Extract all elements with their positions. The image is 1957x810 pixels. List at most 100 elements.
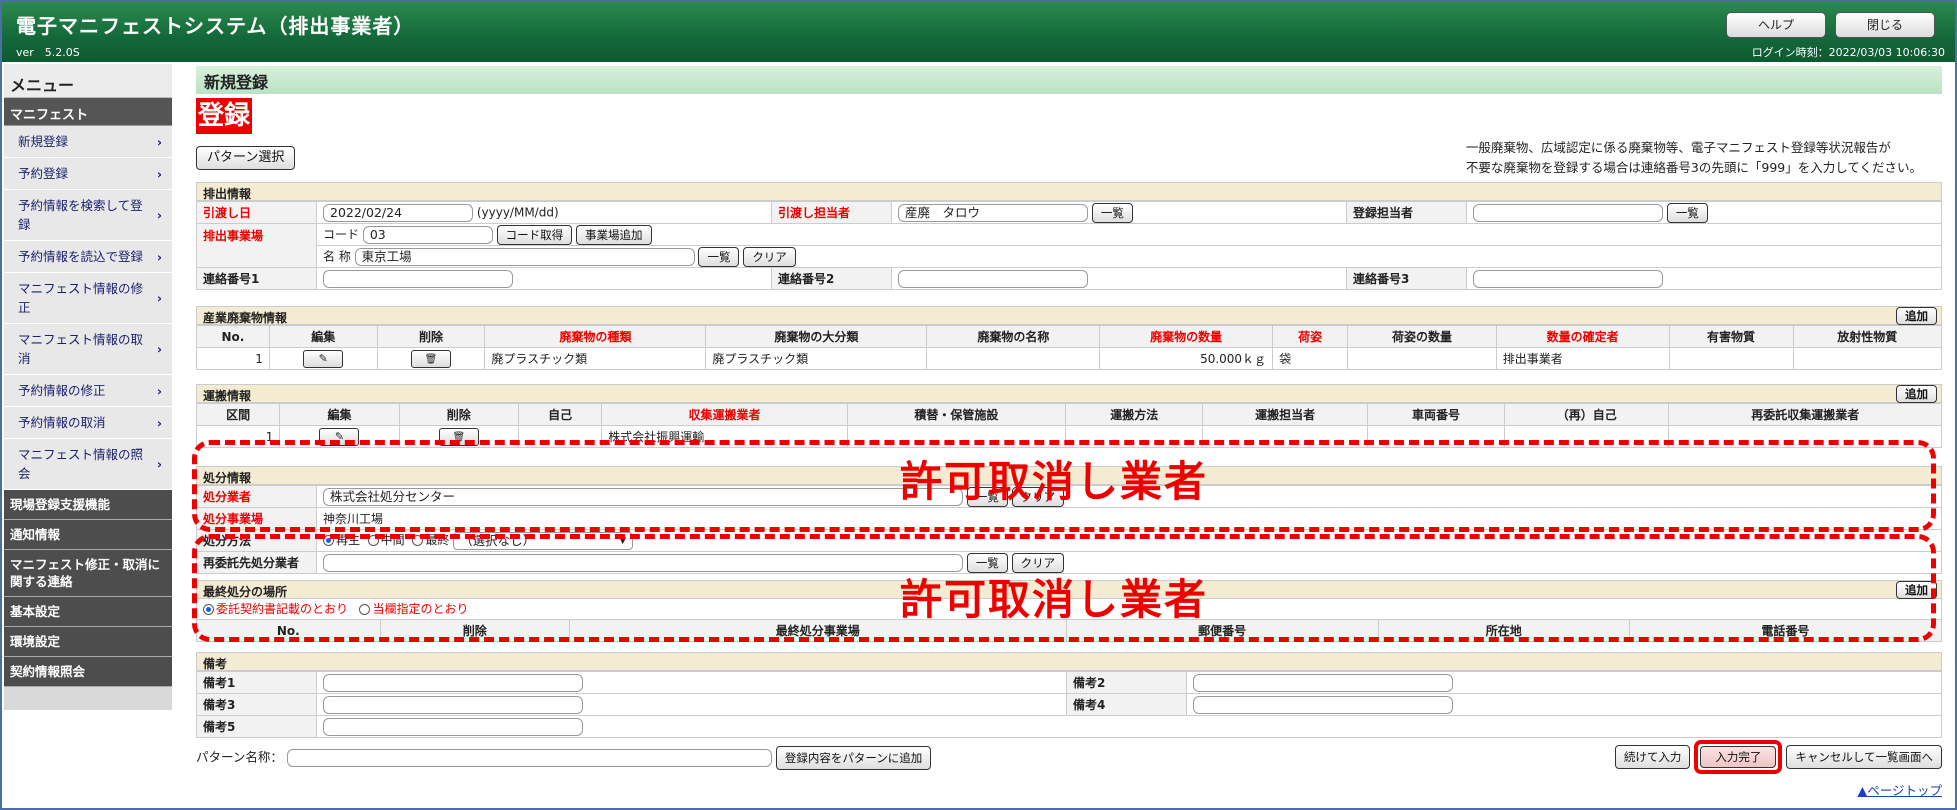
sidebar-section-5[interactable]: 契約情報照会 <box>4 657 172 687</box>
trash-icon: 🗑 <box>424 353 438 365</box>
contact2-label: 連絡番号2 <box>771 267 892 290</box>
complete-button[interactable]: 入力完了 <box>1700 746 1777 768</box>
sidebar-item-6[interactable]: 予約情報の修正 › <box>4 375 172 407</box>
emission-section: 排出情報 引渡し日 2022/02/24 (yyyy/MM/dd) 引渡し担当者… <box>196 182 1942 290</box>
waste-add-button[interactable]: 追加 <box>1896 307 1937 325</box>
sidebar-section-0[interactable]: 現場登録支援機能 <box>4 490 172 520</box>
main-content: 新規登録 登録 パターン選択 一般廃棄物、広域認定に係る廃棄物等、電子マニフェス… <box>192 66 1943 798</box>
table-row: 1 ✎ 🗑 廃プラスチック類 廃プラスチック類 50.000ｋｇ 袋 排出事業者 <box>196 347 1943 370</box>
sidebar-item-label: マニフェスト情報の修正 <box>18 281 144 315</box>
person-list-button[interactable]: 一覧 <box>1091 202 1133 223</box>
column-header: 自己 <box>517 403 603 426</box>
column-header: （再）自己 <box>1504 403 1670 426</box>
column-header: 荷姿 <box>1272 325 1349 348</box>
waste-section: 産業廃棄物情報 追加 No. 編集 削除 廃棄物の種類 廃棄物の大分類 廃棄物の名称 廃棄物の… <box>196 306 1943 370</box>
app-title: 電子マニフェストシステム（排出事業者） <box>16 14 415 38</box>
column-header: 荷姿の数量 <box>1347 325 1497 348</box>
remarks-section: 備考 備考1 備考2 備考3 備考4 備考5 <box>196 652 1942 738</box>
site-clear-button[interactable]: クリア <box>743 246 796 267</box>
registrant-label: 登録担当者 <box>1346 201 1467 224</box>
chevron-right-icon: › <box>156 415 162 430</box>
page-title: 新規登録 <box>196 66 1942 94</box>
menu-title: メニュー <box>4 64 172 98</box>
column-header: 運搬方法 <box>1065 403 1204 426</box>
code-get-button[interactable]: コード取得 <box>496 224 573 245</box>
registrant-input[interactable] <box>1473 203 1663 222</box>
edit-button[interactable]: ✎ <box>303 349 344 368</box>
sidebar-item-label: 予約情報を読込で登録 <box>18 249 144 264</box>
sidebar-item-3[interactable]: 予約情報を読込で登録 › <box>4 241 172 273</box>
sidebar-section-1[interactable]: 通知情報 <box>4 520 172 550</box>
title-bar: 電子マニフェストシステム（排出事業者） ver 5.2.0S ログイン時刻：20… <box>2 2 1955 62</box>
site-name-input[interactable]: 東京工場 <box>354 247 695 266</box>
sidebar-item-label: 予約情報を検索して登録 <box>18 198 143 232</box>
close-button[interactable]: 閉じる <box>1835 12 1935 38</box>
sidebar-item-1[interactable]: 予約登録 › <box>4 158 172 190</box>
contact1-input[interactable] <box>323 269 513 288</box>
column-header: 廃棄物の大分類 <box>705 325 928 348</box>
code-input[interactable]: 03 <box>362 225 493 244</box>
notice-text: 一般廃棄物、広域認定に係る廃棄物等、電子マニフェスト登録等状況報告が 不要な廃棄… <box>1465 140 1922 175</box>
pattern-name-label: パターン名称： <box>196 749 283 765</box>
remark3-input[interactable] <box>323 695 583 714</box>
column-header: 車両番号 <box>1366 403 1506 426</box>
chevron-right-icon: › <box>156 341 162 357</box>
remark4-input[interactable] <box>1193 695 1453 714</box>
remarks-table: 備考1 備考2 備考3 備考4 備考5 <box>196 671 1942 738</box>
remark2-input[interactable] <box>1193 673 1453 692</box>
register-badge: 登録 <box>196 98 253 134</box>
help-button[interactable]: ヘルプ <box>1726 12 1826 38</box>
chevron-right-icon: › <box>156 383 162 398</box>
transport-section: 運搬情報 追加 区間 編集 削除 自己 収集運搬業者 積替・保管施設 運搬方法 運搬担当者 車両番… <box>195 384 1942 448</box>
handover-person-input[interactable]: 産廃 タロウ <box>898 203 1088 222</box>
handover-date-input[interactable]: 2022/02/24 <box>323 203 473 222</box>
page-top-link[interactable]: ▲ページトップ <box>1858 780 1942 799</box>
column-header: 区間 <box>195 403 281 426</box>
chevron-right-icon: › <box>156 249 162 264</box>
registrant-list-button[interactable]: 一覧 <box>1666 202 1708 223</box>
sidebar-item-7[interactable]: 予約情報の取消 › <box>4 407 172 439</box>
sidebar-section-2[interactable]: マニフェスト修正・取消に関する連絡 <box>4 550 172 597</box>
contact2-input[interactable] <box>898 269 1088 288</box>
column-header: 削除 <box>398 403 519 426</box>
sidebar-item-label: 予約情報の取消 <box>18 415 106 430</box>
column-header: 廃棄物の名称 <box>926 325 1101 348</box>
code-label: コード <box>323 227 360 241</box>
sidebar-item-0[interactable]: 新規登録 › <box>4 126 172 158</box>
login-time: ログイン時刻：2022/03/03 10:06:30 <box>1751 46 1945 59</box>
sidebar-item-2[interactable]: 予約情報を検索して登録 › <box>4 190 172 241</box>
pattern-select-button[interactable]: パターン選択 <box>196 146 296 170</box>
remarks-title: 備考 <box>196 652 1942 671</box>
chevron-right-icon: › <box>156 134 162 149</box>
site-label: 排出事業場 <box>196 223 317 268</box>
name-label: 名 称 <box>323 249 351 263</box>
annotation-text-disposal: 許可取消し業者 <box>900 575 1209 624</box>
menu-category-manifest[interactable]: マニフェスト <box>4 98 172 126</box>
sidebar-section-4[interactable]: 環境設定 <box>4 627 172 657</box>
remark5-input[interactable] <box>323 717 583 736</box>
delete-button[interactable]: 🗑 <box>410 349 451 368</box>
site-add-button[interactable]: 事業場追加 <box>576 224 652 245</box>
sidebar-item-4[interactable]: マニフェスト情報の修正 › <box>4 273 172 324</box>
sidebar-item-5[interactable]: マニフェスト情報の取消 › <box>4 324 172 375</box>
sidebar-section-3[interactable]: 基本設定 <box>4 597 172 627</box>
handover-date-label: 引渡し日 <box>196 201 317 224</box>
continue-button[interactable]: 続けて入力 <box>1614 745 1691 769</box>
remark1-input[interactable] <box>323 673 583 692</box>
sidebar-item-label: 予約登録 <box>18 166 69 181</box>
site-list-button[interactable]: 一覧 <box>698 246 740 267</box>
waste-table: No. 編集 削除 廃棄物の種類 廃棄物の大分類 廃棄物の名称 廃棄物の数量 荷姿 荷姿の数量数… <box>196 325 1943 370</box>
transport-add-button[interactable]: 追加 <box>1896 385 1937 403</box>
cancel-button[interactable]: キャンセルして一覧画面へ <box>1786 745 1942 769</box>
handover-person-label: 引渡し担当者 <box>771 201 892 224</box>
annotation-text-transport: 許可取消し業者 <box>900 457 1209 506</box>
sidebar-item-8[interactable]: マニフェスト情報の照会 › <box>4 439 172 490</box>
pattern-name-input[interactable] <box>286 749 772 767</box>
date-format-hint: (yyyy/MM/dd) <box>476 205 559 219</box>
column-header: 廃棄物の種類 <box>484 325 707 348</box>
add-pattern-button[interactable]: 登録内容をパターンに追加 <box>775 746 932 770</box>
contact3-input[interactable] <box>1473 269 1663 288</box>
pencil-icon: ✎ <box>318 351 328 365</box>
waste-title: 産業廃棄物情報 <box>203 311 288 325</box>
sidebar-item-label: 予約情報の修正 <box>18 383 106 398</box>
